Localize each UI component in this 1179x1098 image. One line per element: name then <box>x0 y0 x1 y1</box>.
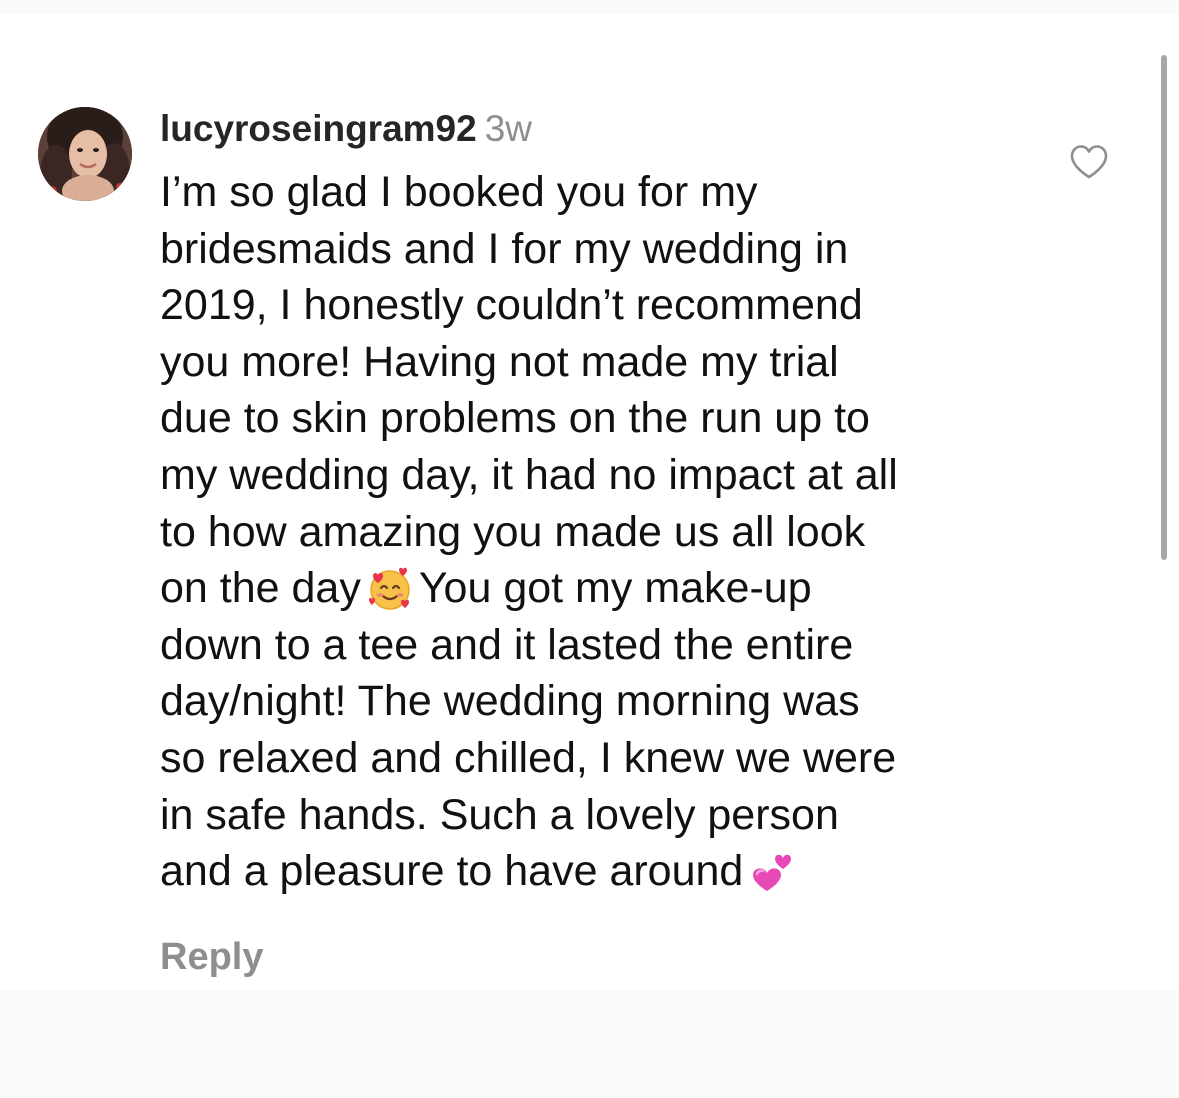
comment-line: 2019, I honestly couldn’t recommend <box>160 281 863 330</box>
comment-line-segment: and a pleasure to have around <box>160 847 744 896</box>
comment-line-with-emoji: and a pleasure to have around <box>160 843 1040 900</box>
comment-line: my wedding day, it had no impact at all <box>160 450 898 499</box>
timestamp: 3w <box>484 108 533 149</box>
heart-outline-icon <box>1070 145 1108 179</box>
scrollbar[interactable] <box>1161 55 1167 560</box>
reply-button[interactable]: Reply <box>160 934 1040 980</box>
like-button[interactable] <box>1068 143 1110 181</box>
comment: lucyroseingram92 3w I’m so glad I booked … <box>160 106 1040 980</box>
avatar-image <box>38 107 132 201</box>
comment-line: bridesmaids and I for my wedding in <box>160 224 849 273</box>
comment-line: in safe hands. Such a lovely person <box>160 790 839 839</box>
comment-line: day/night! The wedding morning was <box>160 677 860 726</box>
avatar[interactable] <box>38 107 132 201</box>
top-strip <box>0 0 1179 14</box>
comment-line: due to skin problems on the run up to <box>160 394 870 443</box>
bottom-strip <box>0 990 1179 1098</box>
comment-line: to how amazing you made us all look <box>160 507 866 556</box>
username-link[interactable]: lucyroseingram92 <box>160 108 477 149</box>
comment-line: you more! Having not made my trial <box>160 337 839 386</box>
comment-line-segment: on the day <box>160 564 361 613</box>
smiling-face-with-hearts-emoji <box>361 566 419 612</box>
comment-body: I’m so glad I booked you for my bridesma… <box>160 164 1040 900</box>
comment-header: lucyroseingram92 3w <box>160 106 1040 152</box>
comment-line-segment: You got my make-up <box>418 564 812 613</box>
comment-line: down to a tee and it lasted the entire <box>160 620 854 669</box>
comment-line: so relaxed and chilled, I knew we were <box>160 733 897 782</box>
two-hearts-emoji <box>743 849 801 895</box>
comment-line-with-emoji: on the day You got my make-up <box>160 560 1040 617</box>
comment-line: I’m so glad I booked you for my <box>160 168 758 216</box>
